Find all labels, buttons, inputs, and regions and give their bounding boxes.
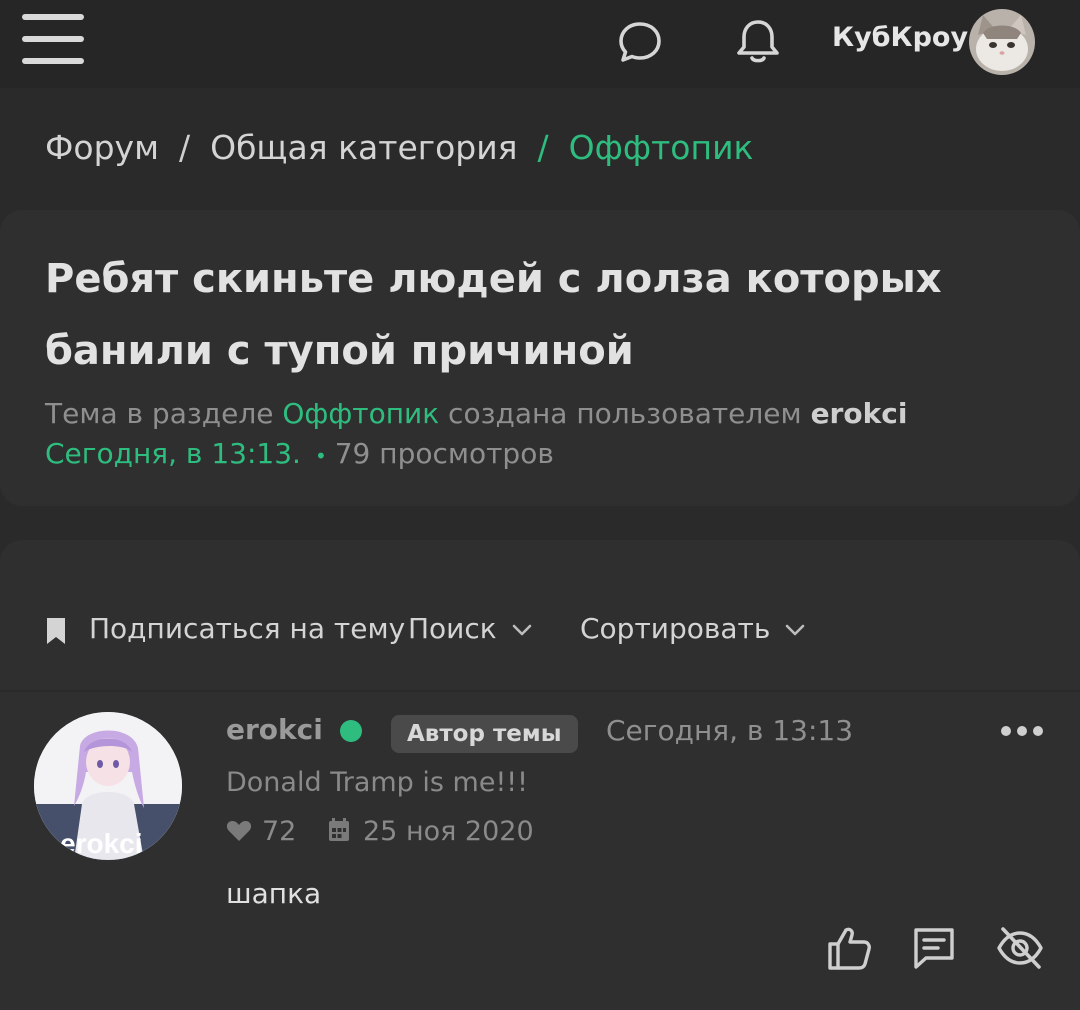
hamburger-menu-icon[interactable] (22, 12, 86, 66)
breadcrumb-item-forum[interactable]: Форум (45, 128, 159, 167)
like-thumbs-up-icon[interactable] (826, 924, 874, 972)
hide-eye-slash-icon[interactable] (996, 924, 1044, 972)
section-link[interactable]: Оффтопик (282, 397, 439, 430)
heart-icon (226, 821, 252, 841)
thread-views: 79 просмотров (334, 437, 554, 470)
registration-date: 25 ноя 2020 (363, 816, 534, 847)
thread-author-link[interactable]: erokci (811, 397, 908, 430)
post-author-name[interactable]: erokci (226, 713, 323, 746)
user-registration-date: 25 ноя 2020 (327, 816, 534, 847)
post-content: шапка (226, 877, 322, 910)
meta-middle: создана пользователем (448, 397, 802, 430)
bookmark-icon (47, 618, 65, 644)
breadcrumb-separator: / (537, 128, 549, 167)
chevron-down-icon (512, 624, 532, 636)
breadcrumb-separator: / (178, 128, 191, 167)
divider (0, 690, 1080, 692)
search-label: Поиск (408, 612, 497, 645)
thread-meta: Тема в разделе Оффтопик создана пользова… (45, 397, 907, 430)
user-custom-title: Donald Tramp is me!!! (226, 767, 528, 798)
thread-author-badge: Автор темы (391, 715, 578, 753)
meta-prefix: Тема в разделе (45, 397, 274, 430)
search-dropdown[interactable]: Поиск (408, 612, 533, 645)
chat-bubble-icon[interactable] (614, 16, 666, 68)
breadcrumb-item-general[interactable]: Общая категория (210, 128, 517, 167)
thread-stats: Сегодня, в 13:13. • 79 просмотров (45, 437, 554, 470)
sort-label: Сортировать (580, 612, 771, 645)
breadcrumb-item-offtopic[interactable]: Оффтопик (569, 128, 754, 167)
user-likes: 72 (226, 816, 296, 847)
online-status-indicator (340, 720, 362, 742)
post-author-avatar[interactable]: erokci (34, 712, 182, 860)
top-navigation-bar: КубКроу (0, 0, 1080, 88)
bell-icon[interactable] (732, 14, 784, 68)
sort-dropdown[interactable]: Сортировать (580, 612, 806, 645)
subscribe-button[interactable]: Подписаться на тему (89, 612, 405, 645)
user-avatar[interactable] (969, 9, 1035, 75)
chevron-down-icon (786, 624, 805, 636)
current-username[interactable]: КубКроу (832, 22, 968, 53)
breadcrumb: Форум / Общая категория / Оффтопик (45, 128, 753, 167)
meta-dot: • (314, 444, 327, 468)
likes-count: 72 (262, 816, 297, 847)
post-timestamp[interactable]: Сегодня, в 13:13 (606, 714, 853, 747)
more-options-icon[interactable] (998, 721, 1046, 741)
reply-comment-icon[interactable] (910, 924, 958, 972)
calendar-icon (329, 818, 349, 841)
thread-created-date[interactable]: Сегодня, в 13:13. (45, 437, 301, 470)
thread-title: Ребят скиньте людей с лолза которых бани… (45, 256, 942, 374)
